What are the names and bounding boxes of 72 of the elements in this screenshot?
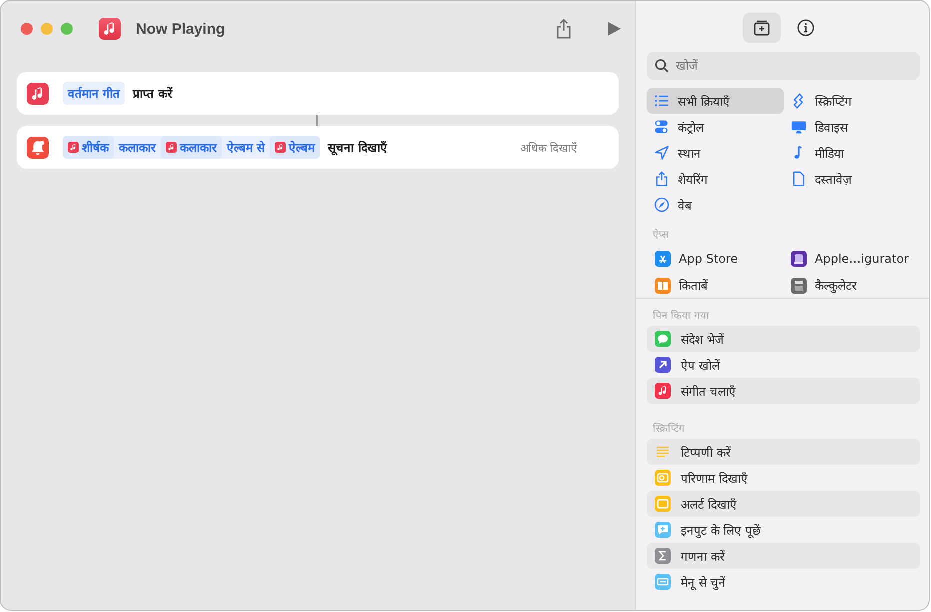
toggle-icon [654,119,670,135]
category-item[interactable]: मीडिया [784,140,921,166]
search-field[interactable]: खोजें [647,52,920,80]
monitor-icon [791,119,807,135]
category-item[interactable]: शेयरिंग [647,166,784,192]
token-text: कलाकार [118,140,158,157]
lines-icon [655,444,671,460]
share-icon [555,19,573,39]
category-item[interactable]: डिवाइस [784,114,921,140]
configurator-icon [791,250,807,266]
action-item[interactable]: संदेश भेजें [647,326,920,352]
location-arrow-icon [654,145,670,161]
share-icon [654,171,670,187]
music-note-icon [275,142,286,153]
result-icon [655,470,671,486]
action-item[interactable]: परिणाम दिखाएँ [647,465,920,491]
action-item[interactable]: टिप्पणी करें [647,439,920,465]
category-item[interactable]: स्थान [647,140,784,166]
section-heading: ऐप्स [652,228,670,243]
action-card[interactable]: शीर्षक कलाकार कलाकार ऐल्बम से ऐल्बम सूचना दिखाएँ अधिक दिखाएँ [17,126,619,169]
variable-token[interactable]: ऐल्बम [270,136,320,159]
bell-icon [27,136,49,158]
play-icon [607,21,621,37]
menu-icon [655,574,671,590]
music-app-icon [99,18,121,40]
section-heading: स्क्रिप्टिंग [652,422,686,437]
window-control-icon [41,23,53,35]
action-item[interactable]: ऐप खोलें [647,352,920,378]
action-item[interactable]: मेनू से चुनें [647,569,920,595]
action-library-icon [753,19,771,37]
book-icon [655,278,671,294]
sigma-icon [655,548,671,564]
action-card[interactable]: वर्तमान गीत प्राप्त करें [17,72,619,115]
list-icon [654,93,670,109]
action-item[interactable]: संगीत चलाएँ [647,378,920,404]
action-item[interactable]: अलर्ट दिखाएँ [647,491,920,517]
action-item[interactable]: गणना करें [647,543,920,569]
ask-input-icon [655,522,671,538]
category-item[interactable]: स्क्रिप्टिंग [784,88,921,114]
alert-window-icon [655,496,671,512]
show-more-link[interactable]: अधिक दिखाएँ [520,140,577,155]
variable-token[interactable]: शीर्षक [63,136,114,159]
document-icon [791,171,807,187]
app-item[interactable]: App Store [647,245,783,272]
action-label: प्राप्त करें [133,86,172,102]
app-item[interactable]: किताबें [647,272,783,298]
info-icon [797,19,815,37]
music-note-icon [27,82,49,104]
chat-bubble-icon [655,331,671,347]
category-item[interactable]: वेब [647,192,784,218]
music-note-icon [166,142,177,153]
window-control-icon [21,23,33,35]
category-item[interactable]: सभी क्रियाएँ [647,88,784,114]
search-icon [655,59,669,73]
calculator-icon [791,278,807,294]
token-text: वर्तमान गीत [66,86,122,103]
compass-icon [654,197,670,213]
app-item[interactable]: Apple…igurator [783,245,919,272]
window-control-icon [61,23,73,35]
app-store-icon [655,250,671,266]
music-note-icon [655,383,671,399]
variable-token[interactable]: कलाकार [161,136,222,159]
section-heading: पिन किया गया [652,309,710,324]
app-item[interactable]: कैल्कुलेटर [783,272,919,298]
category-item[interactable]: दस्तावेज़ [784,166,921,192]
action-item[interactable]: इनपुट के लिए पूछें [647,517,920,543]
sidebar-tab[interactable] [743,13,781,43]
token-text: ऐल्बम से [226,140,266,157]
music-note-icon [68,142,79,153]
window-title: Now Playing [136,20,226,38]
action-label: सूचना दिखाएँ [328,140,388,156]
category-item[interactable]: कंट्रोल [647,114,784,140]
